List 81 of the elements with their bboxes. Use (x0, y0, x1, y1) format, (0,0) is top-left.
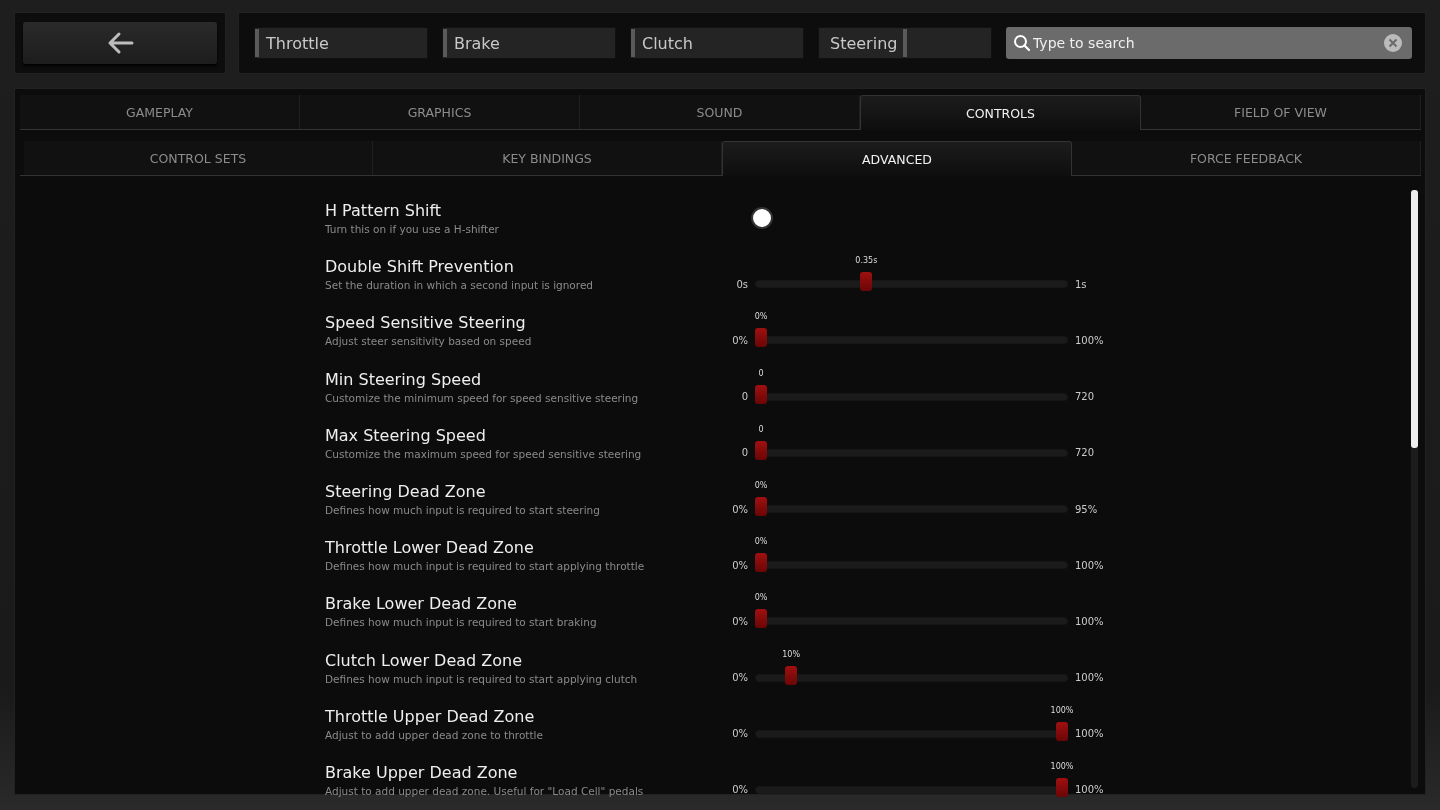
settings-tab[interactable]: GRAPHICS (300, 95, 580, 129)
setting-description: Adjust to add upper dead zone to throttle (325, 728, 544, 741)
slider-value: 100% (1050, 705, 1074, 717)
slider-max-label: 100% (1075, 334, 1104, 346)
setting-title: Throttle Lower Dead Zone (325, 538, 535, 559)
toggle-switch[interactable] (751, 207, 773, 230)
setting-title: Min Steering Speed (325, 369, 483, 390)
slider-thumb[interactable] (755, 328, 767, 348)
setting-description: Customize the minimum speed for speed sensitive steering (325, 391, 640, 404)
setting-description: Defines how much input is required to start braking (325, 616, 598, 629)
setting-description: Adjust to add upper dead zone. Useful for "Load Cell" pedals (325, 784, 645, 797)
slider-max-label: 100% (1075, 615, 1104, 627)
setting-title: Max Steering Speed (325, 425, 487, 446)
settings-tab[interactable]: CONTROLS (860, 95, 1141, 130)
slider-max-label: 95% (1075, 503, 1098, 515)
slider-max-label: 720 (1075, 391, 1095, 403)
slider-max-label: 1s (1075, 278, 1087, 290)
slider-min-label: 0% (731, 728, 748, 740)
slider-value: 0.35s (855, 256, 878, 268)
setting-title: Throttle Upper Dead Zone (325, 706, 536, 727)
slider-min-label: 0% (731, 672, 748, 684)
slider-min-label: 0% (731, 503, 748, 515)
clear-icon[interactable] (1383, 33, 1403, 53)
slider-min-label: 0% (731, 615, 748, 627)
slider-thumb[interactable] (1056, 777, 1068, 797)
setting-description: Customize the maximum speed for speed sensitive steering (325, 447, 643, 460)
slider-max-label: 100% (1075, 559, 1104, 571)
pedal-label: Steering (829, 33, 898, 53)
settings-tab[interactable]: GAMEPLAY (20, 95, 300, 129)
slider-thumb[interactable] (755, 440, 767, 460)
slider-thumb[interactable] (755, 609, 767, 629)
slider-value: 10% (782, 649, 800, 661)
back-arrow-icon (106, 31, 134, 55)
slider-min-label: 0% (731, 334, 748, 346)
subsection-tab[interactable]: KEY BINDINGS (373, 141, 722, 175)
slider-thumb[interactable] (755, 497, 767, 517)
slider-thumb[interactable] (755, 384, 767, 404)
setting-description: Defines how much input is required to start applying throttle (325, 560, 646, 573)
slider-value: 0% (754, 481, 768, 493)
slider-thumb[interactable] (860, 272, 873, 292)
subsection-tab[interactable]: FORCE FEEDBACK (1072, 141, 1421, 175)
slider-value: 0% (754, 537, 768, 549)
search-field[interactable]: Type to search (1006, 27, 1412, 59)
setting-description: Adjust steer sensitivity based on speed (325, 335, 533, 348)
setting-description: Defines how much input is required to start applying clutch (325, 672, 639, 685)
setting-title: Brake Lower Dead Zone (325, 594, 518, 615)
settings-tab[interactable]: SOUND (580, 95, 860, 129)
slider-max-label: 100% (1075, 728, 1104, 740)
scrollbar[interactable] (1411, 190, 1418, 788)
setting-title: Clutch Lower Dead Zone (325, 650, 523, 671)
slider-min-label: 0 (740, 391, 748, 403)
subsection-tab[interactable]: ADVANCED (722, 141, 1072, 176)
slider-value: 0% (754, 312, 768, 324)
setting-title: Steering Dead Zone (325, 482, 487, 503)
slider-thumb[interactable] (1056, 721, 1068, 741)
slider-min-label: 0% (731, 784, 748, 796)
settings-tab[interactable]: FIELD OF VIEW (1141, 95, 1421, 129)
setting-description: Turn this on if you use a H-shifter (325, 223, 500, 236)
setting-description: Defines how much input is required to start steering (325, 504, 601, 517)
pedal-label: Brake (453, 33, 500, 53)
setting-description: Set the duration in which a second input is ignored (325, 279, 594, 292)
slider-value: 100% (1050, 761, 1074, 773)
slider-min-label: 0 (740, 447, 748, 459)
slider-max-label: 720 (1075, 447, 1095, 459)
slider-value: 0% (754, 593, 768, 605)
slider-value: 0 (758, 368, 764, 380)
back-button[interactable] (23, 22, 217, 64)
pedal-label: Throttle (265, 33, 329, 53)
subsection-tab[interactable]: CONTROL SETS (24, 141, 373, 175)
slider-min-label: 0% (731, 559, 748, 571)
pedal-label: Clutch (641, 33, 693, 53)
slider-thumb[interactable] (755, 553, 767, 573)
slider-max-label: 100% (1075, 784, 1104, 796)
slider-max-label: 100% (1075, 672, 1104, 684)
setting-title: Brake Upper Dead Zone (325, 762, 519, 783)
slider-min-label: 0s (735, 278, 748, 290)
setting-title: Speed Sensitive Steering (325, 313, 527, 334)
slider-value: 0 (758, 424, 764, 436)
slider-thumb[interactable] (785, 665, 798, 685)
setting-title: Double Shift Prevention (325, 257, 515, 278)
setting-title: H Pattern Shift (325, 201, 443, 222)
